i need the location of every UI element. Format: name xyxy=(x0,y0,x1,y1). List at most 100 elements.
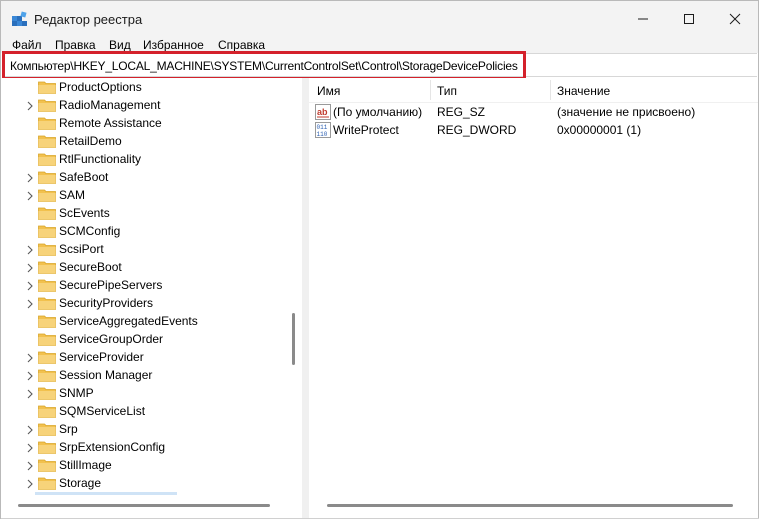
address-highlight-frame xyxy=(2,51,526,80)
chevron-right-icon[interactable] xyxy=(25,244,35,255)
tree-item-label: Storage xyxy=(59,476,102,490)
value-data: 0x00000001 (1) xyxy=(557,123,642,137)
tree-item[interactable]: Remote Assistance xyxy=(2,114,302,132)
folder-icon xyxy=(38,458,56,472)
chevron-right-icon[interactable] xyxy=(25,280,35,291)
key-tree-pane[interactable]: ProductOptions RadioManagement Remote Assi… xyxy=(2,78,302,495)
chevron-right-icon[interactable] xyxy=(25,298,35,309)
svg-text:110: 110 xyxy=(317,131,328,138)
tree-item[interactable]: SNMP xyxy=(2,384,302,402)
value-row[interactable]: 011 110 WriteProtect REG_DWORD 0x0000000… xyxy=(309,121,758,139)
minimize-icon xyxy=(638,18,648,20)
values-horizontal-scrollbar[interactable] xyxy=(327,504,733,507)
value-name: WriteProtect xyxy=(333,123,399,137)
tree-item-label: RtlFunctionality xyxy=(59,152,142,166)
tree-item-label: SQMServiceList xyxy=(59,404,146,418)
tree-item[interactable]: Srp xyxy=(2,420,302,438)
chevron-right-icon[interactable] xyxy=(25,352,35,363)
close-button[interactable] xyxy=(712,1,758,37)
tree-item[interactable]: ServiceGroupOrder xyxy=(2,330,302,348)
tree-item-label: RetailDemo xyxy=(59,134,122,148)
chevron-right-icon[interactable] xyxy=(25,424,35,435)
column-header-type[interactable]: Тип xyxy=(437,84,457,98)
chevron-right-icon[interactable] xyxy=(25,388,35,399)
folder-icon xyxy=(38,332,56,346)
menu-favorites[interactable]: Избранное xyxy=(143,38,204,52)
tree-item[interactable]: Session Manager xyxy=(2,366,302,384)
folder-icon xyxy=(38,278,56,292)
folder-icon xyxy=(38,386,56,400)
tree-item[interactable]: ServiceAggregatedEvents xyxy=(2,312,302,330)
tree-horizontal-scrollbar[interactable] xyxy=(18,504,270,507)
registry-editor-window: Редактор реестра Файл Правка Вид Избранн… xyxy=(0,0,759,519)
tree-item[interactable]: RtlFunctionality xyxy=(2,150,302,168)
folder-icon xyxy=(38,440,56,454)
folder-icon xyxy=(38,260,56,274)
folder-icon xyxy=(38,116,56,130)
value-type: REG_SZ xyxy=(437,105,486,119)
tree-item-label: SAM xyxy=(59,188,86,202)
chevron-right-icon[interactable] xyxy=(25,478,35,489)
tree-item[interactable]: SrpExtensionConfig xyxy=(2,438,302,456)
title-bar[interactable]: Редактор реестра xyxy=(1,1,758,37)
chevron-right-icon[interactable] xyxy=(25,190,35,201)
window-title: Редактор реестра xyxy=(34,12,143,27)
tree-item[interactable]: SQMServiceList xyxy=(2,402,302,420)
folder-icon xyxy=(38,476,56,490)
menu-file[interactable]: Файл xyxy=(12,38,42,52)
values-pane[interactable]: Имя Тип Значение ab (По умолчанию) REG_S… xyxy=(309,78,758,518)
tree-item[interactable]: Storage xyxy=(2,474,302,492)
column-header-data[interactable]: Значение xyxy=(557,84,610,98)
tree-item-label: StillImage xyxy=(59,458,112,472)
tree-item[interactable]: ScEvents xyxy=(2,204,302,222)
maximize-button[interactable] xyxy=(666,1,712,37)
tree-item-label: SrpExtensionConfig xyxy=(59,440,166,454)
chevron-right-icon[interactable] xyxy=(25,262,35,273)
value-data: (значение не присвоено) xyxy=(557,105,696,119)
chevron-right-icon[interactable] xyxy=(25,370,35,381)
tree-item[interactable]: SecurePipeServers xyxy=(2,276,302,294)
tree-item-label: ProductOptions xyxy=(59,80,142,94)
folder-icon xyxy=(38,224,56,238)
tree-item-label: ServiceProvider xyxy=(59,350,144,364)
tree-item-label: SCMConfig xyxy=(59,224,121,238)
tree-item[interactable]: SAM xyxy=(2,186,302,204)
folder-icon xyxy=(38,170,56,184)
string-value-icon: ab xyxy=(315,104,331,120)
value-row[interactable]: ab (По умолчанию) REG_SZ (значение не пр… xyxy=(309,103,758,121)
tree-item[interactable]: RetailDemo xyxy=(2,132,302,150)
folder-icon xyxy=(38,134,56,148)
tree-horizontal-scroll-area xyxy=(2,495,302,518)
tree-item-label: Remote Assistance xyxy=(59,116,162,130)
tree-item[interactable]: ServiceProvider xyxy=(2,348,302,366)
tree-item[interactable]: ScsiPort xyxy=(2,240,302,258)
chevron-right-icon[interactable] xyxy=(25,172,35,183)
menu-edit[interactable]: Правка xyxy=(55,38,96,52)
chevron-right-icon[interactable] xyxy=(25,442,35,453)
pane-splitter[interactable] xyxy=(302,78,309,518)
folder-icon xyxy=(38,188,56,202)
chevron-right-icon[interactable] xyxy=(25,460,35,471)
folder-icon xyxy=(38,422,56,436)
tree-item[interactable]: RadioManagement xyxy=(2,96,302,114)
menu-view[interactable]: Вид xyxy=(109,38,131,52)
tree-item[interactable]: SafeBoot xyxy=(2,168,302,186)
svg-text:011: 011 xyxy=(317,124,328,131)
chevron-right-icon[interactable] xyxy=(25,100,35,111)
folder-icon xyxy=(38,80,56,94)
tree-item-label: SNMP xyxy=(59,386,94,400)
minimize-button[interactable] xyxy=(620,1,666,37)
tree-vertical-scrollbar[interactable] xyxy=(292,313,295,365)
tree-item[interactable]: ProductOptions xyxy=(2,78,302,96)
tree-item[interactable]: SCMConfig xyxy=(2,222,302,240)
tree-item-label: ServiceAggregatedEvents xyxy=(59,314,198,328)
column-header-name[interactable]: Имя xyxy=(317,84,340,98)
tree-item-label: RadioManagement xyxy=(59,98,161,112)
column-separator[interactable] xyxy=(430,80,431,100)
column-separator[interactable] xyxy=(550,80,551,100)
tree-item-label: SafeBoot xyxy=(59,170,109,184)
tree-item[interactable]: SecurityProviders xyxy=(2,294,302,312)
tree-item[interactable]: SecureBoot xyxy=(2,258,302,276)
menu-help[interactable]: Справка xyxy=(218,38,265,52)
tree-item[interactable]: StillImage xyxy=(2,456,302,474)
